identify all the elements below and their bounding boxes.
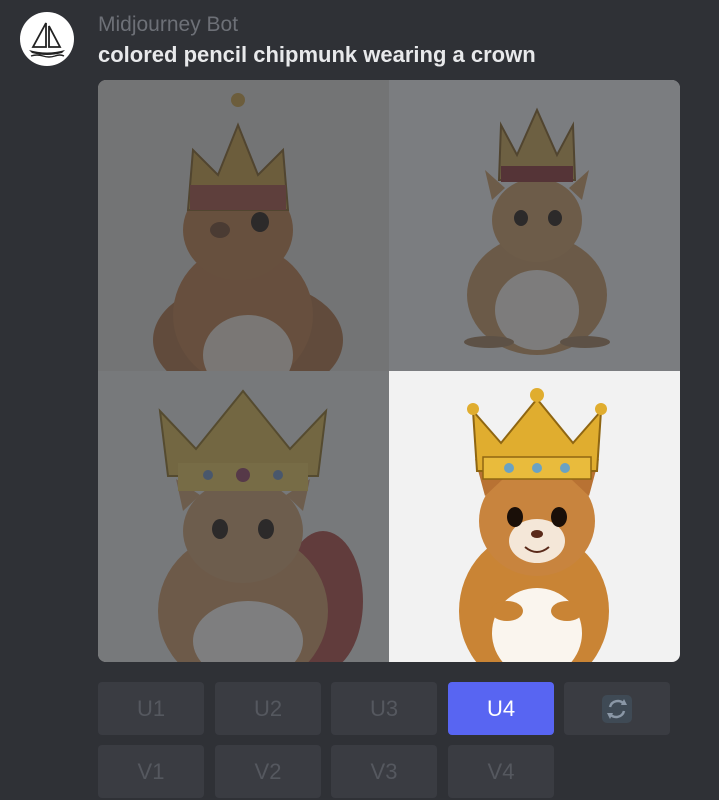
grid-image-1[interactable] [98,80,389,371]
prompt-text: colored pencil chipmunk wearing a crown [98,42,536,67]
bot-avatar[interactable] [20,12,74,66]
upscale-3-button[interactable]: U3 [331,682,437,735]
variation-1-button[interactable]: V1 [98,745,204,798]
refresh-icon [602,694,632,723]
variation-2-button[interactable]: V2 [215,745,321,798]
grid-image-2[interactable] [389,80,680,371]
upscale-2-button[interactable]: U2 [215,682,321,735]
upscale-1-button[interactable]: U1 [98,682,204,735]
sailboat-icon [29,22,65,58]
author-name[interactable]: Midjourney Bot [98,13,238,37]
upscale-4-button[interactable]: U4 [448,682,554,735]
grid-image-4[interactable] [389,371,680,662]
image-grid[interactable] [98,80,680,662]
variation-3-button[interactable]: V3 [331,745,437,798]
grid-image-3[interactable] [98,371,389,662]
variation-4-button[interactable]: V4 [448,745,554,798]
reroll-button[interactable] [564,682,670,735]
